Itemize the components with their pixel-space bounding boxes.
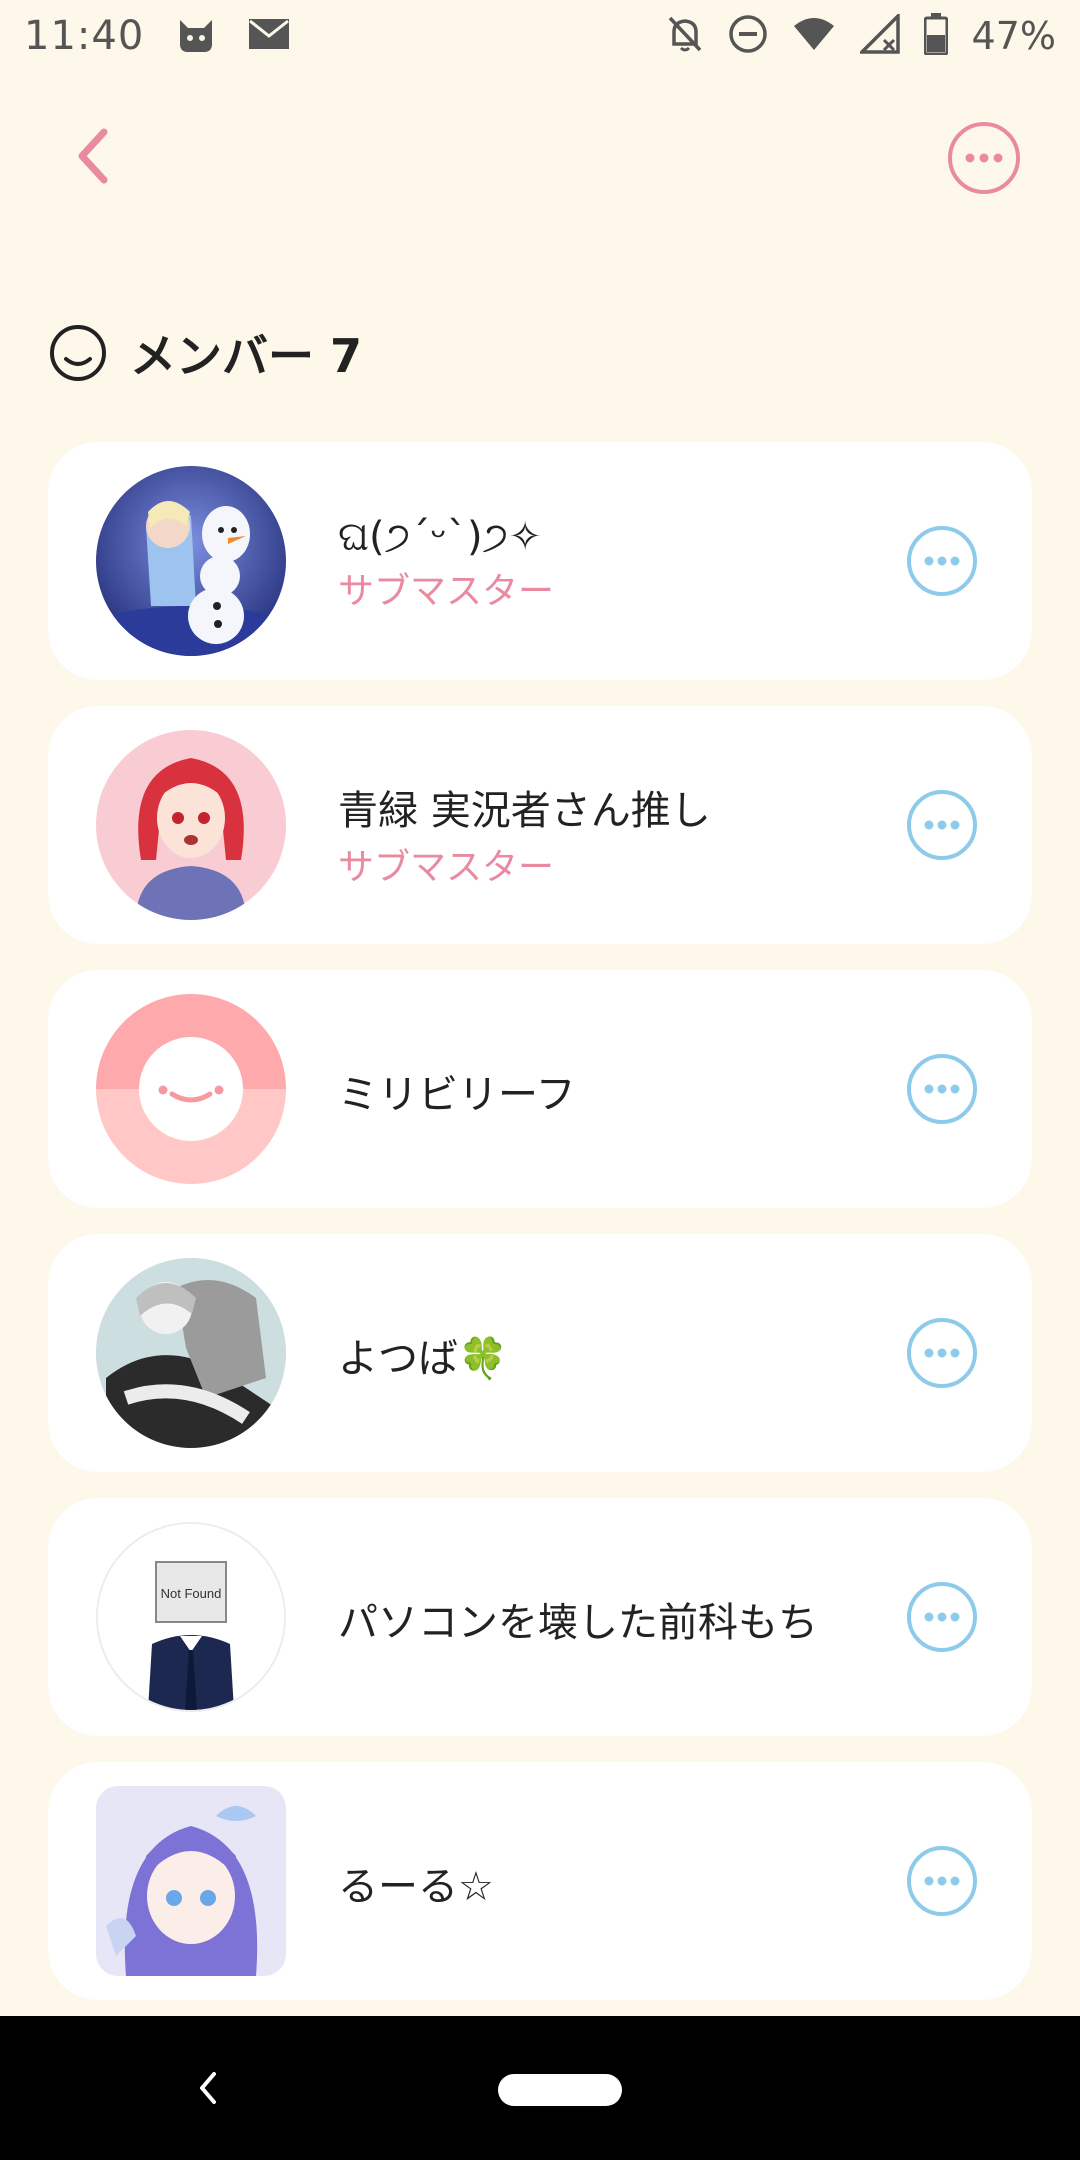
cat-icon xyxy=(174,14,218,58)
member-more-button[interactable] xyxy=(906,1581,978,1653)
more-horizontal-circle-icon xyxy=(907,1318,977,1388)
battery-percent: 47% xyxy=(971,14,1056,58)
member-more-button[interactable] xyxy=(906,1053,978,1125)
member-name: るーる☆ xyxy=(338,1864,494,1910)
member-name: よつば🍀 xyxy=(338,1336,508,1382)
member-name: ミリビリーフ xyxy=(338,1072,576,1118)
avatar[interactable] xyxy=(96,1786,286,1976)
member-name: パソコンを壊した前科もち xyxy=(338,1600,818,1646)
more-horizontal-circle-icon xyxy=(948,122,1020,194)
member-info: パソコンを壊した前科もち xyxy=(338,1590,898,1648)
member-more-button[interactable] xyxy=(906,789,978,861)
member-info: ଘ(੭ˊᵕˋ)੭✧ サブマスター xyxy=(338,514,898,614)
member-name: 青緑 実況者さん推し xyxy=(338,788,711,834)
more-horizontal-circle-icon xyxy=(907,1582,977,1652)
members-header: メンバー 7 xyxy=(48,320,362,386)
nav-back-button[interactable] xyxy=(196,2068,220,2108)
avatar-default[interactable] xyxy=(96,994,286,1184)
bell-off-icon xyxy=(666,14,704,58)
member-info: ミリビリーフ xyxy=(338,1062,898,1120)
avatar[interactable] xyxy=(96,730,286,920)
member-card[interactable]: よつば🍀 xyxy=(48,1234,1032,1472)
member-more-button[interactable] xyxy=(906,1845,978,1917)
member-role: サブマスター xyxy=(338,847,555,888)
more-horizontal-circle-icon xyxy=(907,1846,977,1916)
avatar[interactable] xyxy=(96,1258,286,1448)
status-time: 11:40 xyxy=(24,13,145,59)
member-more-button[interactable] xyxy=(906,1317,978,1389)
nav-home-button[interactable] xyxy=(498,2074,622,2106)
member-card[interactable]: Not Found パソコンを壊した前科もち xyxy=(48,1498,1032,1736)
battery-icon xyxy=(923,13,949,59)
nav-back-icon xyxy=(200,2072,216,2104)
chevron-left-icon xyxy=(78,128,108,184)
more-horizontal-circle-icon xyxy=(907,526,977,596)
avatar-image-text: Not Found xyxy=(161,1586,222,1601)
member-card[interactable]: ミリビリーフ xyxy=(48,970,1032,1208)
more-horizontal-circle-icon xyxy=(907,1054,977,1124)
members-title: メンバー 7 xyxy=(130,329,363,383)
smiley-icon xyxy=(50,325,106,381)
member-info: よつば🍀 xyxy=(338,1326,898,1384)
do-not-disturb-icon xyxy=(728,14,768,58)
wifi-icon xyxy=(792,16,836,56)
back-button[interactable] xyxy=(70,126,120,186)
member-name: ଘ(੭ˊᵕˋ)੭✧ xyxy=(338,514,542,560)
member-info: るーる☆ xyxy=(338,1854,898,1912)
member-card[interactable]: ଘ(੭ˊᵕˋ)੭✧ サブマスター xyxy=(48,442,1032,680)
member-card[interactable]: るーる☆ xyxy=(48,1762,1032,2000)
member-role: サブマスター xyxy=(338,571,555,612)
signal-icon xyxy=(857,11,900,58)
navigation-bar xyxy=(0,2016,1080,2160)
status-bar: 11:40 47% xyxy=(0,0,1080,72)
member-info: 青緑 実況者さん推し サブマスター xyxy=(338,778,898,890)
more-horizontal-circle-icon xyxy=(907,790,977,860)
member-card[interactable]: 青緑 実況者さん推し サブマスター xyxy=(48,706,1032,944)
avatar[interactable]: Not Found xyxy=(96,1522,286,1712)
more-options-button[interactable] xyxy=(946,120,1022,196)
member-more-button[interactable] xyxy=(906,525,978,597)
mail-icon xyxy=(248,18,290,54)
avatar[interactable] xyxy=(96,466,286,656)
